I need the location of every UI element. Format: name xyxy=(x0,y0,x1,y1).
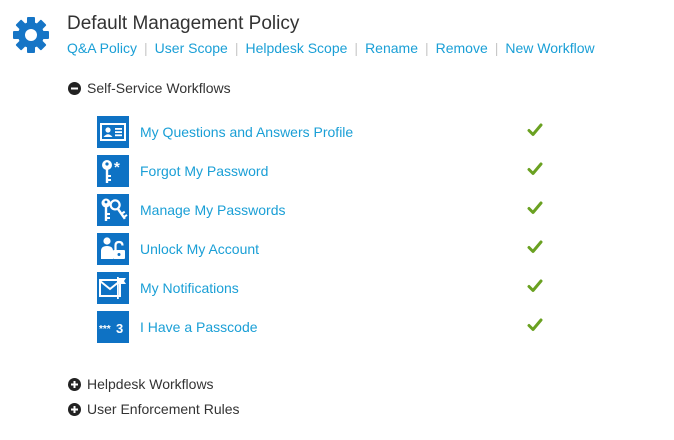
checkmark-icon xyxy=(527,279,543,292)
svg-text:3: 3 xyxy=(116,321,123,336)
workflow-link-qa-profile[interactable]: My Questions and Answers Profile xyxy=(140,124,353,140)
section-self-service-toggle[interactable]: Self-Service Workflows xyxy=(68,80,231,96)
workflow-link-forgot-password[interactable]: Forgot My Password xyxy=(140,163,268,179)
envelope-icon xyxy=(97,272,129,304)
section-helpdesk-toggle[interactable]: Helpdesk Workflows xyxy=(68,376,214,392)
workflow-link-passcode[interactable]: I Have a Passcode xyxy=(140,319,258,335)
minus-circle-icon xyxy=(68,81,81,95)
checkmark-icon xyxy=(527,318,543,331)
svg-text:***: *** xyxy=(99,324,111,335)
workflow-link-manage-passwords[interactable]: Manage My Passwords xyxy=(140,202,286,218)
plus-circle-icon xyxy=(68,377,81,391)
section-helpdesk-label: Helpdesk Workflows xyxy=(87,376,214,392)
new-workflow-link[interactable]: New Workflow xyxy=(505,40,594,56)
qa-policy-link[interactable]: Q&A Policy xyxy=(67,40,137,56)
remove-link[interactable]: Remove xyxy=(436,40,488,56)
workflow-row: Unlock My Account xyxy=(97,233,557,265)
gear-icon xyxy=(13,17,49,53)
checkmark-icon xyxy=(527,123,543,136)
id-card-icon xyxy=(97,116,129,148)
workflow-row: Manage My Passwords xyxy=(97,194,557,226)
workflow-link-notifications[interactable]: My Notifications xyxy=(140,280,239,296)
checkmark-icon xyxy=(527,240,543,253)
rename-link[interactable]: Rename xyxy=(365,40,418,56)
keys-icon xyxy=(97,194,129,226)
workflow-row: * Forgot My Password xyxy=(97,155,557,187)
passcode-icon: *** 3 xyxy=(97,311,129,343)
policy-action-links: Q&A Policy | User Scope | Helpdesk Scope | Ren… xyxy=(67,40,595,56)
user-unlock-icon xyxy=(97,233,129,265)
page-title: Default Management Policy xyxy=(67,13,300,34)
section-enforcement-toggle[interactable]: User Enforcement Rules xyxy=(68,401,240,417)
workflow-row: My Notifications xyxy=(97,272,557,304)
key-asterisk-icon: * xyxy=(97,155,129,187)
user-scope-link[interactable]: User Scope xyxy=(155,40,228,56)
workflow-link-unlock-account[interactable]: Unlock My Account xyxy=(140,241,259,257)
checkmark-icon xyxy=(527,162,543,175)
link-separator: | xyxy=(234,40,239,56)
link-separator: | xyxy=(354,40,359,56)
link-separator: | xyxy=(494,40,499,56)
workflow-row: My Questions and Answers Profile xyxy=(97,116,557,148)
section-enforcement-label: User Enforcement Rules xyxy=(87,401,240,417)
helpdesk-scope-link[interactable]: Helpdesk Scope xyxy=(245,40,347,56)
workflow-row: *** 3 I Have a Passcode xyxy=(97,311,557,343)
link-separator: | xyxy=(144,40,148,56)
checkmark-icon xyxy=(527,201,543,214)
plus-circle-icon xyxy=(68,402,81,416)
link-separator: | xyxy=(424,40,429,56)
svg-text:*: * xyxy=(114,159,120,176)
section-self-service-label: Self-Service Workflows xyxy=(87,80,231,96)
